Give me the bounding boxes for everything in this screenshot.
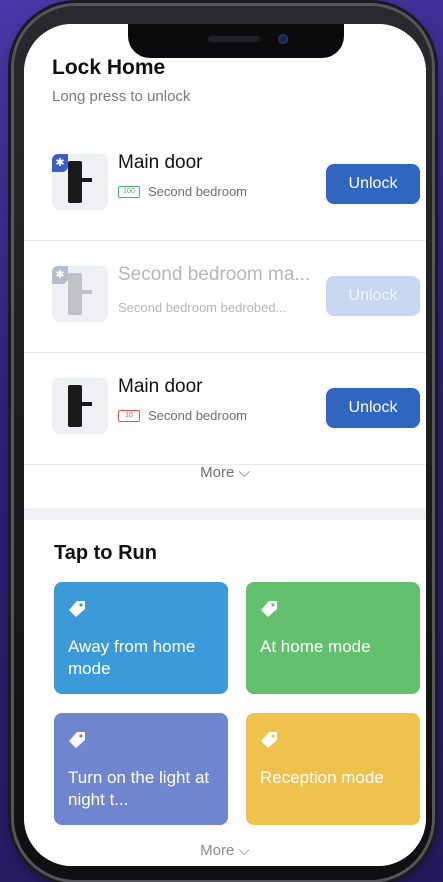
scene-tile-reception[interactable]: Reception mode — [246, 713, 420, 825]
tag-icon — [69, 601, 85, 617]
scene-label: Away from home mode — [68, 637, 196, 678]
door-lock-icon: ✱ — [52, 266, 108, 322]
chevron-down-icon: ⌵ — [238, 842, 250, 859]
lock-name: Main door — [118, 376, 203, 397]
more-locks-button[interactable]: More ⌵ — [24, 464, 426, 481]
lock-room-label: Second bedroom — [148, 184, 248, 199]
lock-name: Main door — [118, 152, 203, 173]
section-title: Lock Home — [52, 56, 166, 79]
door-lock-icon — [52, 378, 108, 434]
speaker-grille — [208, 36, 260, 42]
scene-tile-night-light[interactable]: Turn on the light at night t... — [54, 713, 228, 825]
scene-tile-at-home[interactable]: At home mode — [246, 582, 420, 694]
tag-icon — [261, 732, 277, 748]
phone-notch — [128, 24, 344, 58]
unlock-button[interactable]: Unlock — [326, 164, 420, 204]
chevron-down-icon: ⌵ — [238, 464, 250, 481]
lock-home-section: Lock Home Long press to unlock ✱ Main do… — [24, 24, 426, 508]
scene-label: At home mode — [260, 637, 371, 656]
bluetooth-icon: ✱ — [52, 266, 68, 284]
door-lock-icon: ✱ — [52, 154, 108, 210]
scene-label: Reception mode — [260, 768, 384, 787]
bluetooth-icon: ✱ — [52, 154, 68, 172]
lock-row[interactable]: ✱ Main door 100 Second bedroom Unlock — [24, 128, 426, 241]
tag-icon — [69, 732, 85, 748]
scene-label: Turn on the light at night t... — [68, 768, 210, 809]
lock-name: Second bedroom ma... — [118, 264, 311, 285]
app-screen: Lock Home Long press to unlock ✱ Main do… — [24, 24, 426, 866]
lock-room-label: Second bedroom — [148, 408, 248, 423]
lock-row[interactable]: Main door 10 Second bedroom Unlock — [24, 352, 426, 465]
more-label: More — [200, 464, 235, 481]
tap-to-run-section: Tap to Run Away from home mode At home m… — [24, 520, 426, 866]
lock-row[interactable]: ✱ Second bedroom ma... Second bedroom be… — [24, 240, 426, 353]
lock-room: 10 Second bedroom — [118, 408, 247, 423]
unlock-button[interactable]: Unlock — [326, 276, 420, 316]
lock-room-label: Second bedroom bedrobed... — [118, 300, 287, 315]
lock-room: 100 Second bedroom — [118, 184, 247, 199]
more-label: More — [200, 842, 235, 859]
battery-icon: 10 — [118, 409, 140, 422]
section-subtitle: Long press to unlock — [52, 88, 191, 105]
more-scenes-button[interactable]: More ⌵ — [24, 842, 426, 859]
battery-icon: 100 — [118, 185, 140, 198]
section-title: Tap to Run — [54, 542, 157, 564]
scene-tile-away[interactable]: Away from home mode — [54, 582, 228, 694]
camera-icon — [278, 34, 288, 44]
unlock-button[interactable]: Unlock — [326, 388, 420, 428]
tag-icon — [261, 601, 277, 617]
lock-room: Second bedroom bedrobed... — [118, 300, 286, 315]
